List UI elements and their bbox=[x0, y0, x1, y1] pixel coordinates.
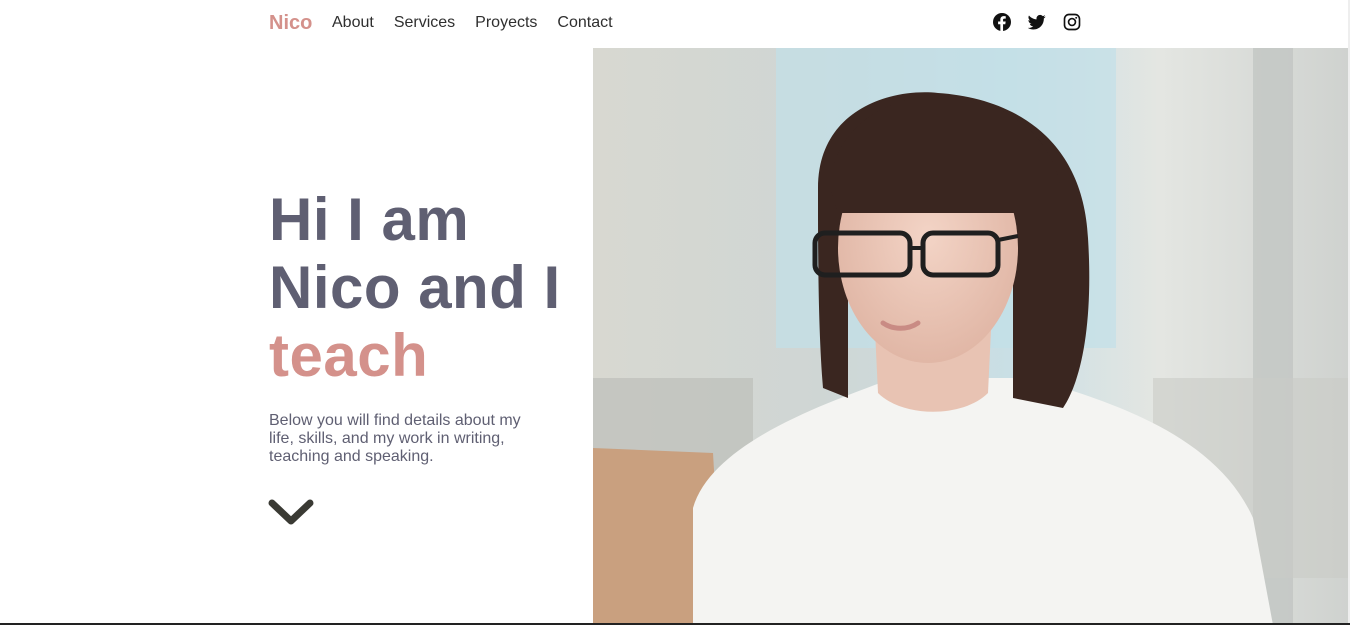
page: Nico About Services Proyects Contact Hi … bbox=[0, 0, 1350, 625]
headline-line-1: Hi I am bbox=[269, 186, 470, 253]
hero-subtext: Below you will find details about my lif… bbox=[269, 412, 521, 465]
brand-logo[interactable]: Nico bbox=[269, 12, 312, 35]
top-navigation: Nico About Services Proyects Contact bbox=[0, 0, 1350, 48]
facebook-icon[interactable] bbox=[993, 13, 1011, 31]
social-links bbox=[993, 13, 1081, 31]
nav-link-about[interactable]: About bbox=[332, 14, 374, 32]
instagram-icon[interactable] bbox=[1063, 13, 1081, 31]
twitter-icon[interactable] bbox=[1028, 13, 1046, 31]
hero-photo bbox=[593, 48, 1348, 625]
hero-headline: Hi I am Nico and I teach bbox=[269, 186, 589, 390]
headline-line-2: Nico and I bbox=[269, 254, 561, 321]
chevron-down-icon[interactable] bbox=[268, 496, 314, 528]
nav-link-proyects[interactable]: Proyects bbox=[475, 14, 537, 32]
nav-link-contact[interactable]: Contact bbox=[557, 14, 612, 32]
nav-link-services[interactable]: Services bbox=[394, 14, 455, 32]
nav-links: About Services Proyects Contact bbox=[332, 14, 613, 32]
headline-accent: teach bbox=[269, 322, 429, 389]
